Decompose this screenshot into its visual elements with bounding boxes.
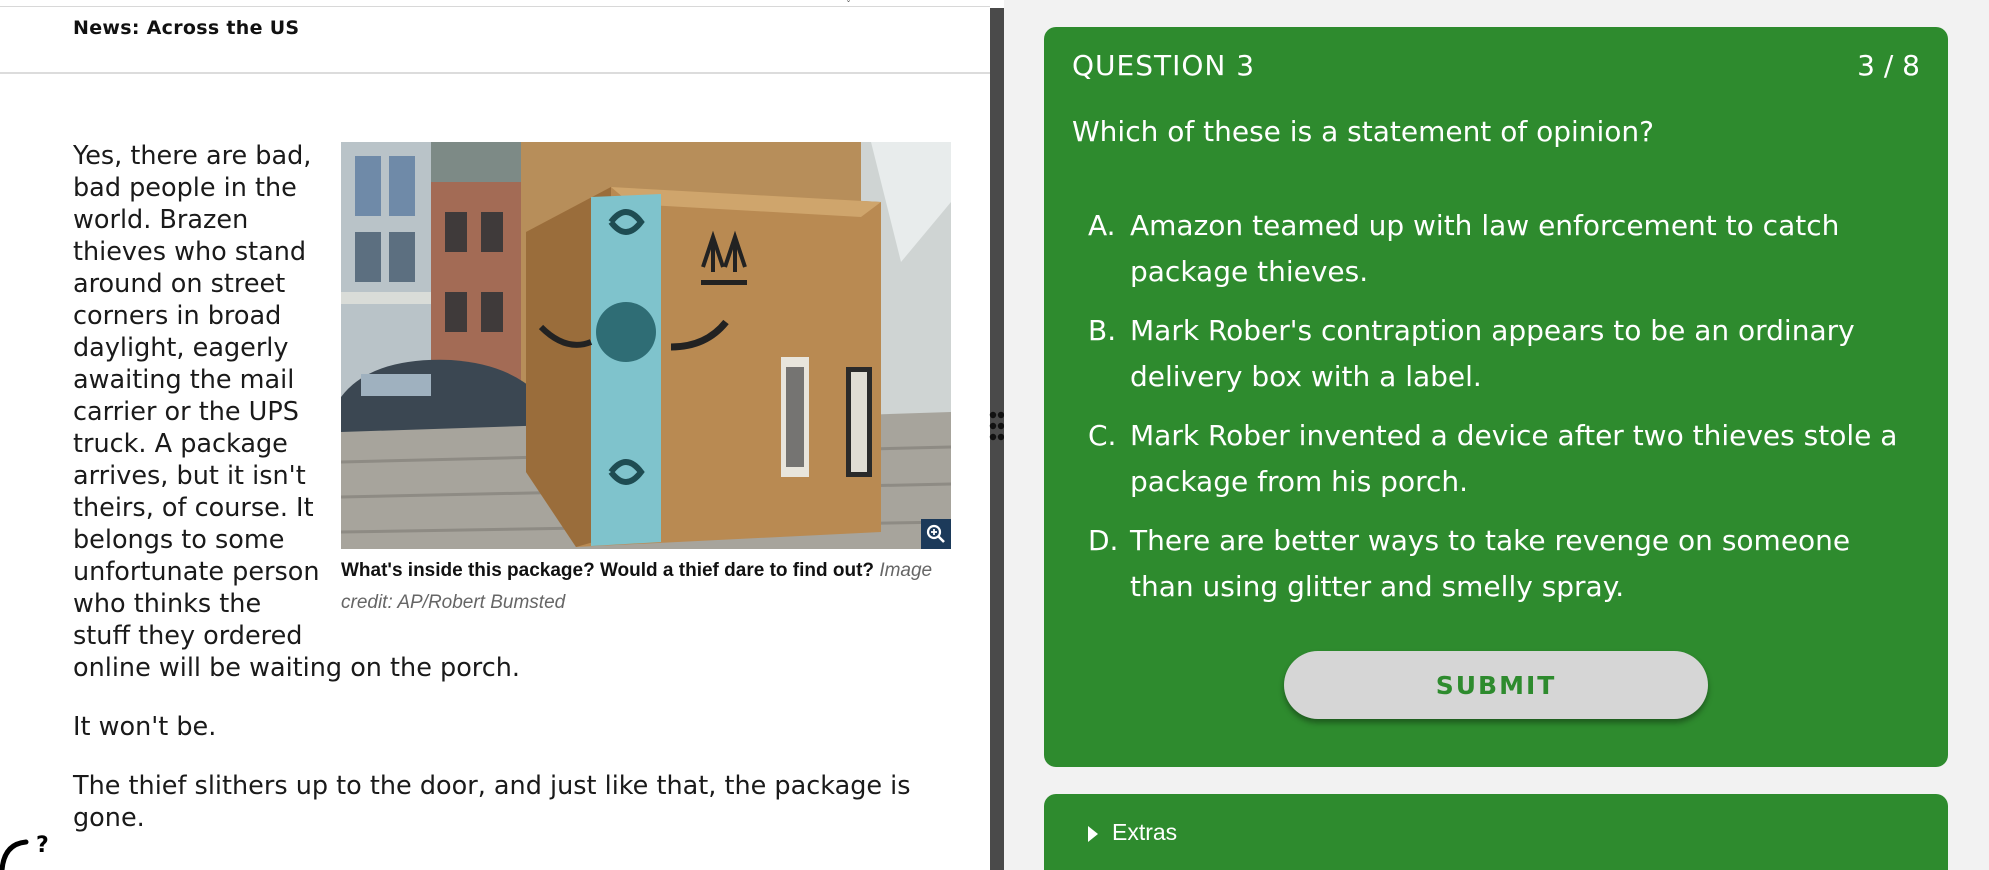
chevron-down-icon[interactable]: ˇ <box>846 0 851 11</box>
option-text: Mark Rober invented a device after two t… <box>1130 419 1898 498</box>
extras-label: Extras <box>1112 819 1178 845</box>
package-photo-illustration <box>341 142 951 549</box>
article-paragraph: The thief slithers up to the door, and j… <box>73 771 911 833</box>
help-bubble-icon[interactable]: ? <box>0 830 66 870</box>
question-progress: 3 / 8 <box>1857 49 1920 82</box>
answer-option-b[interactable]: B. Mark Rober's contraption appears to b… <box>1088 308 1908 400</box>
caret-right-icon <box>1088 826 1098 842</box>
option-letter: D. <box>1088 524 1119 557</box>
article-paragraph: It won't be. <box>73 712 217 742</box>
caption-text: What's inside this package? Would a thie… <box>341 560 875 581</box>
option-text: Amazon teamed up with law enforcement to… <box>1130 209 1840 288</box>
article-figure: What's inside this package? Would a thie… <box>341 142 953 619</box>
option-letter: B. <box>1088 314 1117 347</box>
zoom-in-icon[interactable] <box>921 519 951 549</box>
article-body: What's inside this package? Would a thie… <box>73 140 953 861</box>
quiz-pane: QUESTION 3 3 / 8 Which of these is a sta… <box>1004 0 1989 870</box>
extras-toggle[interactable]: Extras <box>1044 794 1948 870</box>
answer-option-c[interactable]: C. Mark Rober invented a device after tw… <box>1088 413 1908 505</box>
option-letter: A. <box>1088 209 1116 242</box>
answer-option-a[interactable]: A. Amazon teamed up with law enforcement… <box>1088 203 1908 295</box>
svg-text:?: ? <box>36 833 49 858</box>
option-letter: C. <box>1088 419 1117 452</box>
answer-option-d[interactable]: D. There are better ways to take revenge… <box>1088 518 1908 610</box>
question-prompt: Which of these is a statement of opinion… <box>1072 115 1655 148</box>
article-pane: ˇ News: Across the US What's inside this… <box>0 0 990 870</box>
package-photo[interactable] <box>341 142 951 549</box>
option-text: Mark Rober's contraption appears to be a… <box>1130 314 1855 393</box>
top-divider <box>0 6 990 7</box>
question-card: QUESTION 3 3 / 8 Which of these is a sta… <box>1044 27 1948 767</box>
submit-button[interactable]: SUBMIT <box>1284 651 1708 719</box>
figure-caption: What's inside this package? Would a thie… <box>341 555 953 619</box>
section-title: News: Across the US <box>73 17 300 39</box>
question-number: QUESTION 3 <box>1072 49 1256 82</box>
answer-options: A. Amazon teamed up with law enforcement… <box>1088 203 1908 623</box>
option-text: There are better ways to take revenge on… <box>1130 524 1851 603</box>
header-divider <box>0 72 990 74</box>
